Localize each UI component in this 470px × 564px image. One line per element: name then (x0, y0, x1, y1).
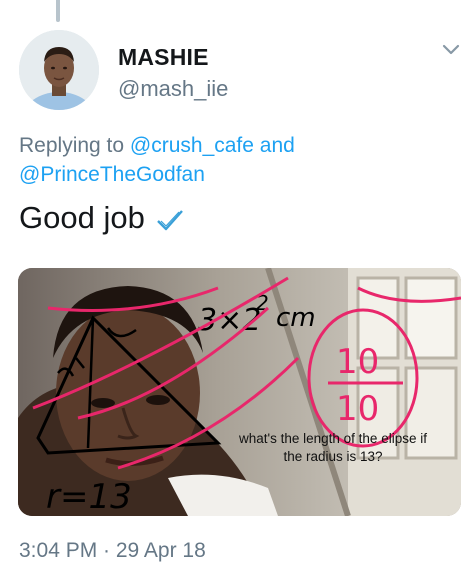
avatar[interactable] (19, 30, 99, 110)
drawn-radius-label: r=13 (46, 477, 132, 516)
image-caption: what's the length of the elipse if the r… (218, 430, 448, 466)
caption-line-1: what's the length of the elipse if (239, 431, 427, 446)
tweet-media-photo[interactable]: 3×2 2 cm r=13 10 10 what's the length of… (18, 268, 461, 516)
user-handle[interactable]: @mash_iie (118, 76, 228, 102)
chevron-down-icon[interactable] (442, 44, 460, 56)
replying-to: Replying to @crush_cafe and @PrinceTheGo… (19, 131, 459, 189)
drawn-fraction-top: 10 (336, 342, 379, 382)
drawn-fraction-bottom: 10 (336, 389, 379, 429)
check-icon (156, 210, 183, 231)
replying-to-conjunction: and (259, 134, 295, 157)
photo-illustration: 3×2 2 cm r=13 10 10 (18, 268, 461, 516)
mention-link-prince[interactable]: @PrinceTheGodfan (19, 163, 205, 186)
tweet-body: Good job (19, 200, 185, 236)
mention-link-crush-cafe[interactable]: @crush_cafe (130, 134, 254, 157)
thread-connector-line (56, 0, 60, 22)
caption-line-2: the radius is 13? (283, 449, 383, 464)
tweet-text: Good job (19, 200, 145, 235)
drawn-unit: cm (276, 303, 316, 333)
tweet-view: MASHIE @mash_iie Replying to @crush_cafe… (0, 0, 470, 564)
tweet-timestamp[interactable]: 3:04 PM · 29 Apr 18 (19, 539, 206, 563)
replying-to-label: Replying to (19, 134, 125, 157)
display-name[interactable]: MASHIE (118, 44, 209, 71)
